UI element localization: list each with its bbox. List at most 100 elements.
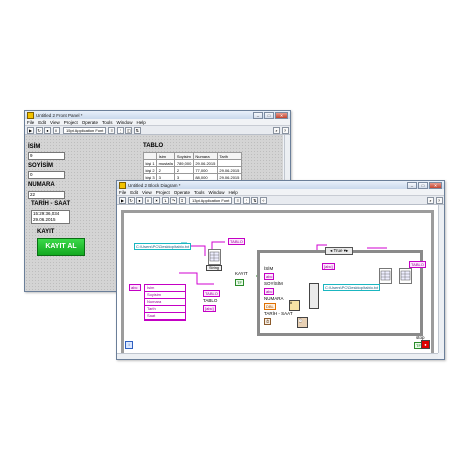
menu-window[interactable]: Window <box>117 120 133 125</box>
bundle-input-terminal[interactable]: abc <box>129 284 141 291</box>
kayit-terminal[interactable]: TF <box>235 279 244 286</box>
run-arrow-icon[interactable]: ▶ <box>27 126 34 134</box>
isim-terminal[interactable]: abc <box>264 273 275 280</box>
reorder-icon[interactable]: ⇅ <box>133 126 141 134</box>
front-panel-title: Untitled 2 Front Panel * <box>36 112 83 118</box>
pause-icon[interactable]: ‖ <box>52 126 60 134</box>
block-diagram-hscroll[interactable] <box>117 353 438 359</box>
run-continuous-icon[interactable]: ↻ <box>127 196 135 204</box>
number-to-string-node[interactable]: # <box>289 300 300 311</box>
tarih-date: 29.06.2015 <box>33 216 56 222</box>
resize-icon[interactable]: ◫ <box>125 126 133 134</box>
table-header-cell <box>142 152 158 160</box>
menu-project[interactable]: Project <box>64 120 78 125</box>
maximize-button[interactable]: □ <box>418 182 428 189</box>
labview-app-icon <box>119 181 126 189</box>
tablo-indicator-terminal[interactable]: [abc] <box>203 305 216 312</box>
menu-tools[interactable]: Tools <box>102 120 113 125</box>
menu-operate[interactable]: Operate <box>82 120 98 125</box>
font-selector[interactable]: 13pt Application Font <box>189 196 233 204</box>
distribute-icon[interactable]: ⋮ <box>242 196 250 204</box>
highlight-execution-icon[interactable]: ☀ <box>153 196 160 204</box>
block-diagram-titlebar[interactable]: Untitled 2 Block Diagram * – □ ✕ <box>117 181 444 189</box>
cleanup-icon[interactable]: ✧ <box>259 196 267 204</box>
tablo-terminal-inner-right[interactable]: TABLO <box>409 261 426 268</box>
close-button[interactable]: ✕ <box>429 182 442 189</box>
step-out-icon[interactable]: ↥ <box>178 196 186 204</box>
tablo-terminal-inner-top[interactable]: [abc] <box>322 263 335 270</box>
build-array-node[interactable] <box>309 283 319 309</box>
menu-help[interactable]: Help <box>229 190 238 195</box>
tarih-terminal[interactable]: ⏱ <box>264 318 272 325</box>
menu-view[interactable]: View <box>50 120 60 125</box>
block-diagram-vscroll[interactable] <box>438 205 444 353</box>
table-row[interactable]: kişi 1 mustafa 789,000 29.06.2015 <box>142 159 242 167</box>
step-into-icon[interactable]: ↴ <box>161 196 169 204</box>
file-path-constant[interactable]: C:\Users\PC\Desktop\tablo.txt <box>134 243 192 250</box>
run-arrow-icon[interactable]: ▶ <box>119 196 126 204</box>
file-path-constant-inner[interactable]: C:\Users\PC\Desktop\tablo.txt <box>323 284 381 291</box>
soyisim-diagram-label: SOYİSİM <box>264 281 283 286</box>
field-tarih: Tarih <box>145 306 185 313</box>
loop-condition-icon[interactable]: ● <box>421 340 430 349</box>
close-button[interactable]: ✕ <box>275 112 288 119</box>
read-spreadsheet-node[interactable] <box>208 249 221 265</box>
front-panel-toolbar: ▶ ↻ ● ‖ 15pt Application Font ≡ ⋮ ◫ ⇅ ⌕ … <box>25 126 290 135</box>
step-over-icon[interactable]: ↷ <box>170 196 177 204</box>
soyisim-terminal[interactable]: abc <box>264 288 275 295</box>
tarih-saat-label: TARİH - SAAT <box>31 201 71 207</box>
tablo-terminal-left[interactable]: TABLO <box>203 290 220 297</box>
string-type-node[interactable]: String <box>206 265 222 271</box>
help-icon[interactable]: ? <box>435 196 443 204</box>
menu-help[interactable]: Help <box>137 120 146 125</box>
menu-edit[interactable]: Edit <box>38 120 46 125</box>
pause-icon[interactable]: ‖ <box>144 196 152 204</box>
case-structure[interactable] <box>257 250 423 336</box>
tarih-saat-input[interactable]: 15:29:36,034 29.06.2015 <box>31 210 70 224</box>
font-selector[interactable]: 15pt Application Font <box>63 126 107 134</box>
table-cell <box>216 159 242 167</box>
field-saat: Saat <box>145 313 185 320</box>
maximize-button[interactable]: □ <box>264 112 274 119</box>
menu-file[interactable]: File <box>27 120 34 125</box>
spreadsheet-read-icon <box>400 270 411 281</box>
help-icon[interactable]: ? <box>281 126 289 134</box>
search-icon[interactable]: ⌕ <box>273 126 280 134</box>
numara-terminal[interactable]: DBL <box>264 303 276 310</box>
align-icon[interactable]: ≡ <box>234 196 242 204</box>
abort-icon[interactable]: ● <box>44 126 51 134</box>
menu-operate[interactable]: Operate <box>174 190 190 195</box>
search-icon[interactable]: ⌕ <box>427 196 434 204</box>
distribute-icon[interactable]: ⋮ <box>116 126 124 134</box>
tablo-terminal-top[interactable]: TABLO <box>228 238 245 245</box>
isim-input[interactable]: 9 <box>28 152 65 160</box>
labview-app-icon <box>27 111 34 119</box>
minimize-button[interactable]: – <box>407 182 417 189</box>
menu-file[interactable]: File <box>119 190 126 195</box>
write-spreadsheet-node[interactable] <box>379 268 392 284</box>
reorder-icon[interactable]: ⇅ <box>251 196 259 204</box>
field-soyisim: Soyisim <box>145 292 185 299</box>
menu-view[interactable]: View <box>142 190 152 195</box>
field-name-array[interactable]: İsim Soyisim Numara Tarih Saat <box>144 284 186 321</box>
table-cell: 2 <box>174 166 194 174</box>
abort-icon[interactable]: ● <box>136 196 143 204</box>
soyisim-input[interactable]: 0 <box>28 171 65 179</box>
format-date-node[interactable]: ⌚ <box>297 317 308 328</box>
soyisim-label: SOYİSİM <box>28 163 54 169</box>
menu-edit[interactable]: Edit <box>130 190 138 195</box>
kayit-al-button[interactable]: KAYIT AL <box>37 238 85 256</box>
minimize-button[interactable]: – <box>253 112 263 119</box>
front-panel-titlebar[interactable]: Untitled 2 Front Panel * – □ ✕ <box>25 111 290 119</box>
table-row[interactable]: kişi 2 2 2 77,000 29.06.2015 <box>142 166 242 174</box>
menu-project[interactable]: Project <box>156 190 170 195</box>
run-continuous-icon[interactable]: ↻ <box>35 126 43 134</box>
table-cell: 29.06.2015 <box>192 159 218 167</box>
case-selector[interactable]: ◂ True ▾▸ <box>325 247 354 255</box>
menu-tools[interactable]: Tools <box>194 190 205 195</box>
tablo-diagram-label: TABLO <box>203 298 218 303</box>
numara-input[interactable]: 22 <box>28 191 65 199</box>
menu-window[interactable]: Window <box>209 190 225 195</box>
read-spreadsheet-inner-node[interactable] <box>399 268 412 284</box>
align-icon[interactable]: ≡ <box>108 126 116 134</box>
